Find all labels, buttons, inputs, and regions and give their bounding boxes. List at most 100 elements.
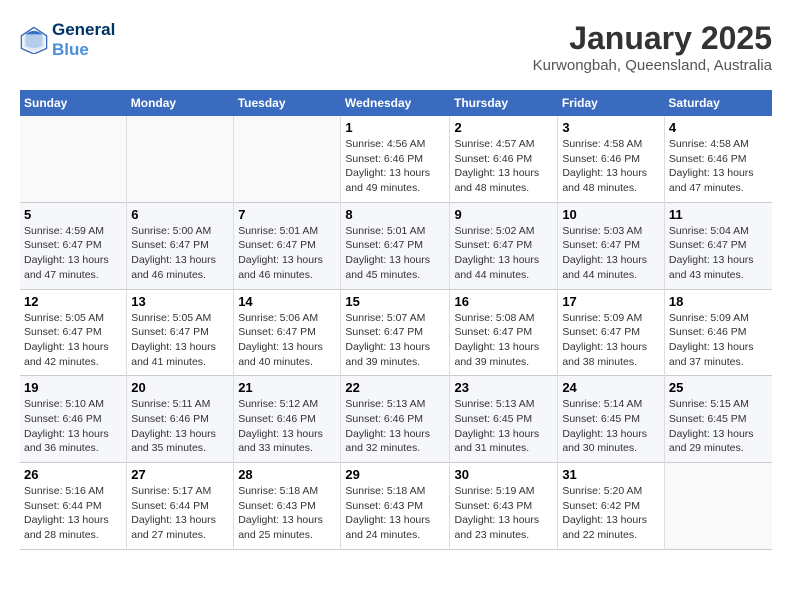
calendar-cell: 4 Sunrise: 4:58 AM Sunset: 6:46 PM Daylig… [664,116,772,202]
day-number: 18 [669,294,768,309]
location-subtitle: Kurwongbah, Queensland, Australia [533,57,772,74]
calendar-cell: 20 Sunrise: 5:11 AM Sunset: 6:46 PM Dayli… [127,376,234,463]
day-info: Sunrise: 5:10 AM Sunset: 6:46 PM Dayligh… [24,397,122,456]
day-info: Sunrise: 5:20 AM Sunset: 6:42 PM Dayligh… [562,484,660,543]
day-info: Sunrise: 5:04 AM Sunset: 6:47 PM Dayligh… [669,224,768,283]
day-info: Sunrise: 5:00 AM Sunset: 6:47 PM Dayligh… [131,224,229,283]
calendar-cell: 31Sunrise: 5:20 AM Sunset: 6:42 PM Dayli… [558,463,665,550]
calendar-cell: 13 Sunrise: 5:05 AM Sunset: 6:47 PM Dayli… [127,289,234,376]
day-info: Sunrise: 5:18 AM Sunset: 6:43 PM Dayligh… [345,484,445,543]
day-info: Sunrise: 4:58 AM Sunset: 6:46 PM Dayligh… [669,137,768,196]
day-info: Sunrise: 5:07 AM Sunset: 6:47 PM Dayligh… [345,311,445,370]
calendar-cell [664,463,772,550]
day-info: Sunrise: 5:18 AM Sunset: 6:43 PM Dayligh… [238,484,336,543]
calendar-cell: 24 Sunrise: 5:14 AM Sunset: 6:45 PM Dayli… [558,376,665,463]
calendar-week-row: 19 Sunrise: 5:10 AM Sunset: 6:46 PM Dayli… [20,376,772,463]
day-info: Sunrise: 4:57 AM Sunset: 6:46 PM Dayligh… [454,137,553,196]
day-info: Sunrise: 5:14 AM Sunset: 6:45 PM Dayligh… [562,397,660,456]
calendar-cell: 18 Sunrise: 5:09 AM Sunset: 6:46 PM Dayli… [664,289,772,376]
col-header-friday: Friday [558,90,665,116]
day-info: Sunrise: 4:58 AM Sunset: 6:46 PM Dayligh… [562,137,660,196]
calendar-cell: 27 Sunrise: 5:17 AM Sunset: 6:44 PM Dayli… [127,463,234,550]
day-number: 2 [454,120,553,135]
calendar-cell: 16 Sunrise: 5:08 AM Sunset: 6:47 PM Dayli… [450,289,558,376]
calendar-cell: 7 Sunrise: 5:01 AM Sunset: 6:47 PM Daylig… [234,202,341,289]
day-number: 21 [238,380,336,395]
day-number: 20 [131,380,229,395]
day-info: Sunrise: 5:03 AM Sunset: 6:47 PM Dayligh… [562,224,660,283]
calendar-week-row: 12 Sunrise: 5:05 AM Sunset: 6:47 PM Dayli… [20,289,772,376]
day-number: 5 [24,207,122,222]
day-number: 22 [345,380,445,395]
calendar-week-row: 1Sunrise: 4:56 AM Sunset: 6:46 PM Daylig… [20,116,772,202]
day-number: 6 [131,207,229,222]
day-info: Sunrise: 5:08 AM Sunset: 6:47 PM Dayligh… [454,311,553,370]
day-number: 4 [669,120,768,135]
day-info: Sunrise: 5:13 AM Sunset: 6:46 PM Dayligh… [345,397,445,456]
calendar-cell: 14 Sunrise: 5:06 AM Sunset: 6:47 PM Dayli… [234,289,341,376]
calendar-cell: 8 Sunrise: 5:01 AM Sunset: 6:47 PM Daylig… [341,202,450,289]
logo-text: General Blue [52,20,115,61]
calendar-cell: 26 Sunrise: 5:16 AM Sunset: 6:44 PM Dayli… [20,463,127,550]
calendar-cell: 3 Sunrise: 4:58 AM Sunset: 6:46 PM Daylig… [558,116,665,202]
day-info: Sunrise: 5:17 AM Sunset: 6:44 PM Dayligh… [131,484,229,543]
day-info: Sunrise: 5:01 AM Sunset: 6:47 PM Dayligh… [345,224,445,283]
day-number: 25 [669,380,768,395]
logo-general: General [52,20,115,39]
day-info: Sunrise: 5:01 AM Sunset: 6:47 PM Dayligh… [238,224,336,283]
day-number: 23 [454,380,553,395]
col-header-thursday: Thursday [450,90,558,116]
day-number: 27 [131,467,229,482]
logo-icon [20,26,48,54]
col-header-wednesday: Wednesday [341,90,450,116]
page-header: General Blue January 2025 Kurwongbah, Qu… [20,20,772,74]
day-info: Sunrise: 5:02 AM Sunset: 6:47 PM Dayligh… [454,224,553,283]
day-info: Sunrise: 5:05 AM Sunset: 6:47 PM Dayligh… [131,311,229,370]
day-number: 10 [562,207,660,222]
calendar-table: SundayMondayTuesdayWednesdayThursdayFrid… [20,90,772,550]
col-header-saturday: Saturday [664,90,772,116]
calendar-week-row: 26 Sunrise: 5:16 AM Sunset: 6:44 PM Dayli… [20,463,772,550]
title-block: January 2025 Kurwongbah, Queensland, Aus… [533,20,772,74]
day-number: 28 [238,467,336,482]
calendar-cell: 29 Sunrise: 5:18 AM Sunset: 6:43 PM Dayli… [341,463,450,550]
day-number: 11 [669,207,768,222]
month-year-title: January 2025 [533,20,772,57]
day-info: Sunrise: 5:06 AM Sunset: 6:47 PM Dayligh… [238,311,336,370]
col-header-tuesday: Tuesday [234,90,341,116]
calendar-cell [127,116,234,202]
day-number: 19 [24,380,122,395]
day-info: Sunrise: 5:09 AM Sunset: 6:46 PM Dayligh… [669,311,768,370]
day-number: 24 [562,380,660,395]
calendar-cell [234,116,341,202]
day-number: 9 [454,207,553,222]
day-number: 12 [24,294,122,309]
day-number: 26 [24,467,122,482]
day-number: 7 [238,207,336,222]
calendar-week-row: 5 Sunrise: 4:59 AM Sunset: 6:47 PM Daylig… [20,202,772,289]
day-info: Sunrise: 5:09 AM Sunset: 6:47 PM Dayligh… [562,311,660,370]
day-number: 1 [345,120,445,135]
day-number: 3 [562,120,660,135]
calendar-cell: 25Sunrise: 5:15 AM Sunset: 6:45 PM Dayli… [664,376,772,463]
day-number: 8 [345,207,445,222]
day-number: 13 [131,294,229,309]
day-number: 30 [454,467,553,482]
day-info: Sunrise: 5:16 AM Sunset: 6:44 PM Dayligh… [24,484,122,543]
day-number: 14 [238,294,336,309]
calendar-cell: 11 Sunrise: 5:04 AM Sunset: 6:47 PM Dayli… [664,202,772,289]
day-info: Sunrise: 5:11 AM Sunset: 6:46 PM Dayligh… [131,397,229,456]
calendar-cell: 1Sunrise: 4:56 AM Sunset: 6:46 PM Daylig… [341,116,450,202]
calendar-cell: 9 Sunrise: 5:02 AM Sunset: 6:47 PM Daylig… [450,202,558,289]
calendar-cell: 10 Sunrise: 5:03 AM Sunset: 6:47 PM Dayli… [558,202,665,289]
day-info: Sunrise: 5:12 AM Sunset: 6:46 PM Dayligh… [238,397,336,456]
day-number: 29 [345,467,445,482]
day-info: Sunrise: 4:59 AM Sunset: 6:47 PM Dayligh… [24,224,122,283]
logo: General Blue [20,20,115,61]
calendar-cell: 6 Sunrise: 5:00 AM Sunset: 6:47 PM Daylig… [127,202,234,289]
col-header-monday: Monday [127,90,234,116]
day-number: 16 [454,294,553,309]
calendar-cell [20,116,127,202]
day-info: Sunrise: 5:05 AM Sunset: 6:47 PM Dayligh… [24,311,122,370]
calendar-cell: 15Sunrise: 5:07 AM Sunset: 6:47 PM Dayli… [341,289,450,376]
